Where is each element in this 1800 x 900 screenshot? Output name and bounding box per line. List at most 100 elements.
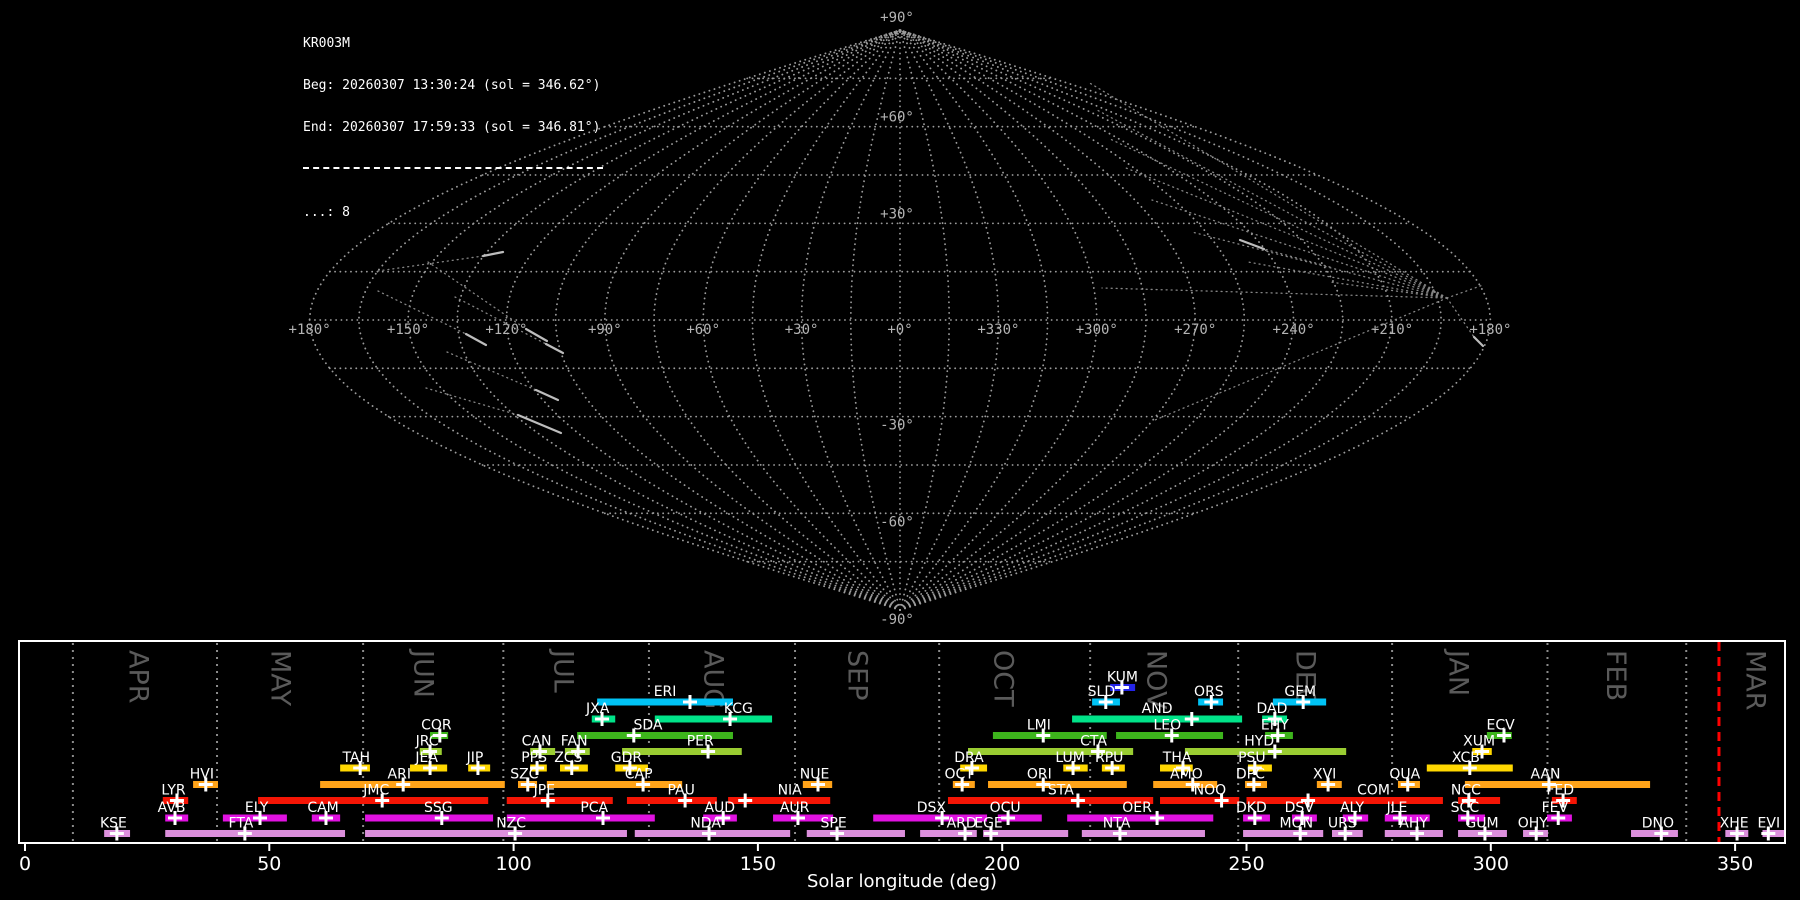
shower-code-label: XCB [1452, 750, 1480, 766]
axis-tick-label: 0 [19, 853, 31, 875]
longitude-label: +240° [1273, 322, 1315, 338]
shower-code-label: NZC [496, 816, 526, 832]
shower-peak-cross [1150, 811, 1165, 825]
meteor-extension-line [1446, 297, 1475, 338]
begin-time-line: Beg: 20260307 13:30:24 (sol = 346.62°) [303, 78, 601, 93]
observation-info-panel: KR003M Beg: 20260307 13:30:24 (sol = 346… [303, 9, 603, 248]
shower-xvi: XVI [1313, 767, 1342, 792]
shower-code-label: OCU [990, 800, 1021, 816]
shower-code-label: SCC [1451, 800, 1480, 816]
month-label: JUL [547, 648, 578, 693]
shower-code-label: JMC [362, 783, 389, 799]
shower-code-label: DSX [917, 800, 947, 816]
latitude-label: +30° [880, 206, 914, 222]
shower-code-label: DAD [1256, 701, 1287, 717]
shower-code-label: XUM [1463, 734, 1495, 750]
shower-code-label: NCC [1451, 783, 1481, 799]
meteor-extension-line [446, 351, 537, 391]
radiant-fan-line [1154, 297, 1448, 421]
month-label: SEP [842, 650, 873, 700]
radiant-fan-line [1101, 287, 1448, 299]
shower-peak-cross [1184, 712, 1199, 726]
shower-code-label: AUR [780, 800, 810, 816]
shower-code-label: KSE [100, 816, 127, 832]
shower-code-label: GEM [1284, 684, 1316, 700]
longitude-label: +60° [686, 322, 720, 338]
month-label: FEB [1600, 650, 1631, 701]
meteor-trail [481, 250, 505, 258]
shower-code-label: AUD [704, 800, 735, 816]
shower-code-label: DKD [1236, 800, 1267, 816]
shower-code-label: QUA [1389, 767, 1420, 783]
shower-code-label: MON [1280, 816, 1314, 832]
month-label: MAY [265, 650, 296, 707]
shower-code-label: SDA [633, 718, 662, 734]
shower-code-label: LYR [161, 783, 185, 799]
shower-sld: SLD [1088, 684, 1120, 709]
shower-nue: NUE [800, 767, 833, 792]
activity-timeline: APR MAY JUN JUL AUG SEP OCT NOV DEC JAN FEB MARKUME… [18, 640, 1786, 892]
meteor-trail [544, 342, 565, 355]
shower-lum: LUM [1055, 750, 1088, 775]
latitude-label: -90° [880, 612, 914, 628]
shower-code-label: CAP [625, 767, 653, 783]
shower-code-label: GUM [1465, 816, 1498, 832]
shower-hvi: HVI [190, 767, 218, 792]
shower-code-label: STA [1048, 783, 1074, 799]
shower-code-label: CTA [1080, 734, 1107, 750]
shower-code-label: ORS [1194, 684, 1224, 700]
shower-code-label: DNO [1642, 816, 1674, 832]
shower-nda: NDA [634, 816, 791, 841]
shower-code-label: EHY [1261, 718, 1289, 734]
end-time-line: End: 20260307 17:59:33 (sol = 346.81°) [303, 120, 601, 135]
shower-jip: JIP [466, 750, 491, 775]
longitude-label: +270° [1174, 322, 1216, 338]
shower-code-label: CAN [522, 734, 552, 750]
meteor-trail [516, 413, 563, 435]
shower-code-label: FAN [561, 734, 588, 750]
shower-code-label: OER [1122, 800, 1152, 816]
month-label: MAR [1740, 650, 1771, 711]
meteor-trails [377, 238, 1485, 435]
meteor-count-line: ...: 8 [303, 205, 350, 220]
shower-code-label: OHY [1518, 816, 1549, 832]
shower-code-label: OCT [945, 767, 975, 783]
shower-code-label: COM [1357, 783, 1390, 799]
shower-code-label: PCA [580, 800, 608, 816]
shower-qua: QUA [1389, 767, 1421, 792]
latitude-label: -30° [880, 418, 914, 434]
shower-code-label: ZCS [554, 750, 582, 766]
shower-code-label: HVI [190, 767, 214, 783]
shower-cam: CAM [307, 800, 341, 825]
shower-code-label: SSG [424, 800, 453, 816]
shower-code-label: HYD [1244, 734, 1274, 750]
shower-code-label: ARD [947, 816, 977, 832]
shower-code-label: DSV [1285, 800, 1315, 816]
meteor-extension-line [427, 261, 527, 330]
shower-dno: DNO [1631, 816, 1678, 841]
shower-code-label: ECV [1486, 718, 1515, 734]
month-label: OCT [988, 650, 1019, 707]
shower-code-label: AHY [1399, 816, 1428, 832]
longitude-label: +90° [588, 322, 622, 338]
radiant-fan-line [1191, 231, 1448, 299]
longitude-label: +0° [887, 322, 912, 338]
shower-code-label: PER [687, 734, 714, 750]
shower-peak-cross [682, 695, 697, 709]
shower-code-label: NUE [800, 767, 830, 783]
shower-activity-bar [654, 715, 773, 723]
longitude-label: +180° [1469, 322, 1511, 338]
longitude-label: +30° [785, 322, 819, 338]
shower-code-label: DRA [954, 750, 984, 766]
radiant-fan-line [1446, 284, 1484, 299]
month-label: APR [122, 650, 153, 704]
axis-tick-label: 250 [1228, 853, 1264, 875]
shower-gum: GUM [1458, 816, 1507, 841]
shower-code-label: LUM [1055, 750, 1084, 766]
shower-code-label: SPE [821, 816, 847, 832]
latitude-label: -60° [880, 514, 914, 530]
shower-dkd: DKD [1236, 800, 1270, 825]
shower-bars: KUMERI SLD ORS GEMJXA KCG AND DADCOR SDA LMI LEO E… [100, 670, 1784, 841]
meridian-line [899, 29, 1443, 611]
shower-code-label: ELY [245, 800, 269, 816]
